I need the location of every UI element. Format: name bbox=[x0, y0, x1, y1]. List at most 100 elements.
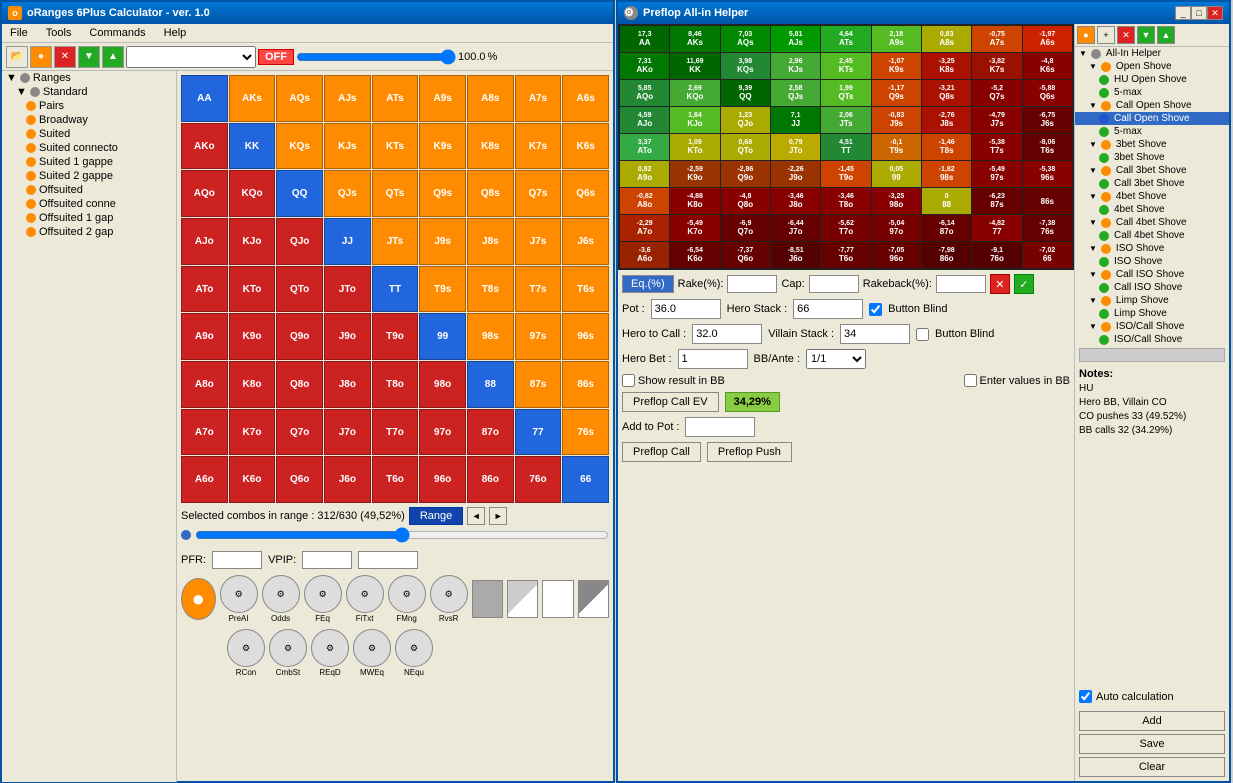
ev-cell-T6s[interactable]: -8,06T6s bbox=[1023, 134, 1072, 160]
grid-cell-Q7o[interactable]: Q7o bbox=[276, 409, 323, 456]
ev-cell-86s[interactable]: 86s bbox=[1023, 188, 1072, 214]
ev-cell-T6o[interactable]: -7,77T6o bbox=[821, 242, 870, 268]
ev-cell-86o[interactable]: -7,9886o bbox=[922, 242, 971, 268]
ev-cell-Q9s[interactable]: -1,17Q9s bbox=[872, 80, 921, 106]
grid-cell-98o[interactable]: 98o bbox=[419, 361, 466, 408]
add-button[interactable]: Add bbox=[1079, 711, 1225, 731]
tree-suited[interactable]: Suited bbox=[2, 127, 176, 141]
grid-cell-K8o[interactable]: K8o bbox=[229, 361, 276, 408]
sidebar-tree-item[interactable]: ▼Open Shove bbox=[1075, 60, 1229, 73]
ev-cell-KQo[interactable]: 2,69KQo bbox=[670, 80, 719, 106]
ev-cell-98o[interactable]: -3,2598o bbox=[872, 188, 921, 214]
pot-input[interactable] bbox=[651, 299, 721, 319]
ev-cell-AA[interactable]: 17,3AA bbox=[620, 26, 669, 52]
sidebar-tree-item[interactable]: Call 4bet Shove bbox=[1075, 229, 1229, 242]
ev-cell-KK[interactable]: 11,69KK bbox=[670, 53, 719, 79]
white-btn[interactable] bbox=[542, 580, 573, 618]
grid-cell-87o[interactable]: 87o bbox=[467, 409, 514, 456]
pfr-input[interactable] bbox=[212, 551, 262, 569]
grid-cell-Q9o[interactable]: Q9o bbox=[276, 313, 323, 360]
sidebar-tree-item[interactable]: ISO/Call Shove bbox=[1075, 333, 1229, 346]
sidebar-tree-item[interactable]: ▼ISO/Call Shove bbox=[1075, 320, 1229, 333]
grid-cell-K7o[interactable]: K7o bbox=[229, 409, 276, 456]
grid-cell-KJs[interactable]: KJs bbox=[324, 123, 371, 170]
range-slider[interactable] bbox=[296, 49, 456, 65]
sidebar-tree-item[interactable]: ▼3bet Shove bbox=[1075, 138, 1229, 151]
preflop-call-btn[interactable]: Preflop Call bbox=[622, 442, 701, 462]
button-blind-check-1[interactable] bbox=[869, 303, 882, 316]
rcon-btn[interactable]: ⚙ bbox=[227, 629, 265, 667]
eq-tab-eq[interactable]: Eq.(%) bbox=[622, 275, 674, 293]
nequ-btn[interactable]: ⚙ bbox=[395, 629, 433, 667]
grid-cell-JTs[interactable]: JTs bbox=[372, 218, 419, 265]
sidebar-tree-item[interactable]: ▼4bet Shove bbox=[1075, 190, 1229, 203]
tree-suited-1gap[interactable]: Suited 1 gappe bbox=[2, 155, 176, 169]
ev-cell-K9o[interactable]: -2,59K9o bbox=[670, 161, 719, 187]
ev-cell-ATo[interactable]: 3,37ATo bbox=[620, 134, 669, 160]
tree-offsuited-con[interactable]: Offsuited conne bbox=[2, 197, 176, 211]
ev-cell-AQo[interactable]: 5,85AQo bbox=[620, 80, 669, 106]
ev-cell-A6o[interactable]: -3,6A6o bbox=[620, 242, 669, 268]
ev-cell-AJo[interactable]: 4,59AJo bbox=[620, 107, 669, 133]
ev-cell-A8o[interactable]: -0,82A8o bbox=[620, 188, 669, 214]
ev-cell-AKs[interactable]: 8,46AKs bbox=[670, 26, 719, 52]
sidebar-tree-item[interactable]: ▼ISO Shove bbox=[1075, 242, 1229, 255]
mweq-btn[interactable]: ⚙ bbox=[353, 629, 391, 667]
ev-cell-KJs[interactable]: 2,96KJs bbox=[771, 53, 820, 79]
odds-btn[interactable]: ⚙ bbox=[262, 575, 300, 613]
ev-cell-96o[interactable]: -7,0596o bbox=[872, 242, 921, 268]
grid-cell-A9o[interactable]: A9o bbox=[181, 313, 228, 360]
sidebar-tree-item[interactable]: ▼Call 3bet Shove bbox=[1075, 164, 1229, 177]
grid-cell-KTs[interactable]: KTs bbox=[372, 123, 419, 170]
toolbar-close-btn[interactable]: ✕ bbox=[54, 46, 76, 68]
show-result-check[interactable] bbox=[622, 374, 635, 387]
grid-cell-J6o[interactable]: J6o bbox=[324, 456, 371, 503]
ev-cell-J7s[interactable]: -4,79J7s bbox=[972, 107, 1021, 133]
ev-cell-A9s[interactable]: 2,18A9s bbox=[872, 26, 921, 52]
ev-cell-AKo[interactable]: 7,31AKo bbox=[620, 53, 669, 79]
ev-cell-J9o[interactable]: -2,26J9o bbox=[771, 161, 820, 187]
ev-cell-J6s[interactable]: -6,75J6s bbox=[1023, 107, 1072, 133]
tree-broadway[interactable]: Broadway bbox=[2, 113, 176, 127]
tree-ranges-root[interactable]: ▼ Ranges bbox=[2, 71, 176, 85]
diag-btn[interactable] bbox=[507, 580, 538, 618]
grid-cell-KQs[interactable]: KQs bbox=[276, 123, 323, 170]
ev-cell-QJo[interactable]: 1,23QJo bbox=[721, 107, 770, 133]
grid-cell-T7o[interactable]: T7o bbox=[372, 409, 419, 456]
ev-cell-QTs[interactable]: 1,99QTs bbox=[821, 80, 870, 106]
auto-calc-check[interactable] bbox=[1079, 690, 1092, 703]
menu-tools[interactable]: Tools bbox=[42, 26, 76, 40]
grid-cell-QQ[interactable]: QQ bbox=[276, 170, 323, 217]
ev-cell-Q9o[interactable]: -2,86Q9o bbox=[721, 161, 770, 187]
grid-cell-T7s[interactable]: T7s bbox=[515, 266, 562, 313]
grid-cell-Q7s[interactable]: Q7s bbox=[515, 170, 562, 217]
grid-cell-Q8o[interactable]: Q8o bbox=[276, 361, 323, 408]
grid-cell-AJo[interactable]: AJo bbox=[181, 218, 228, 265]
menu-file[interactable]: File bbox=[6, 26, 32, 40]
sb-del-btn[interactable]: ✕ bbox=[1117, 26, 1135, 44]
ev-cell-Q8o[interactable]: -4,8Q8o bbox=[721, 188, 770, 214]
sidebar-tree-item[interactable]: Call 3bet Shove bbox=[1075, 177, 1229, 190]
sidebar-tree-item[interactable]: 4bet Shove bbox=[1075, 203, 1229, 216]
sidebar-tree-item[interactable]: ▼All-In Helper bbox=[1075, 47, 1229, 60]
sb-open-btn[interactable]: ● bbox=[1077, 26, 1095, 44]
sidebar-tree-item[interactable]: 3bet Shove bbox=[1075, 151, 1229, 164]
sidebar-tree-item[interactable]: ▼Call 4bet Shove bbox=[1075, 216, 1229, 229]
grid-cell-KK[interactable]: KK bbox=[229, 123, 276, 170]
helper-max-btn[interactable]: □ bbox=[1191, 6, 1207, 20]
grid-cell-T6o[interactable]: T6o bbox=[372, 456, 419, 503]
tree-suited-2gap[interactable]: Suited 2 gappe bbox=[2, 169, 176, 183]
ev-cell-J7o[interactable]: -6,44J7o bbox=[771, 215, 820, 241]
grid-cell-QTo[interactable]: QTo bbox=[276, 266, 323, 313]
tree-offsuited-1gap[interactable]: Offsuited 1 gap bbox=[2, 211, 176, 225]
ev-cell-J9s[interactable]: -0,83J9s bbox=[872, 107, 921, 133]
grid-cell-T6s[interactable]: T6s bbox=[562, 266, 609, 313]
grid-cell-97s[interactable]: 97s bbox=[515, 313, 562, 360]
grid-cell-AJs[interactable]: AJs bbox=[324, 75, 371, 122]
grid-cell-J8o[interactable]: J8o bbox=[324, 361, 371, 408]
helper-min-btn[interactable]: _ bbox=[1175, 6, 1191, 20]
ev-cell-K8s[interactable]: -3,25K8s bbox=[922, 53, 971, 79]
tree-standard[interactable]: ▼ Standard bbox=[2, 85, 176, 99]
ev-cell-AQs[interactable]: 7,03AQs bbox=[721, 26, 770, 52]
grid-cell-A8o[interactable]: A8o bbox=[181, 361, 228, 408]
